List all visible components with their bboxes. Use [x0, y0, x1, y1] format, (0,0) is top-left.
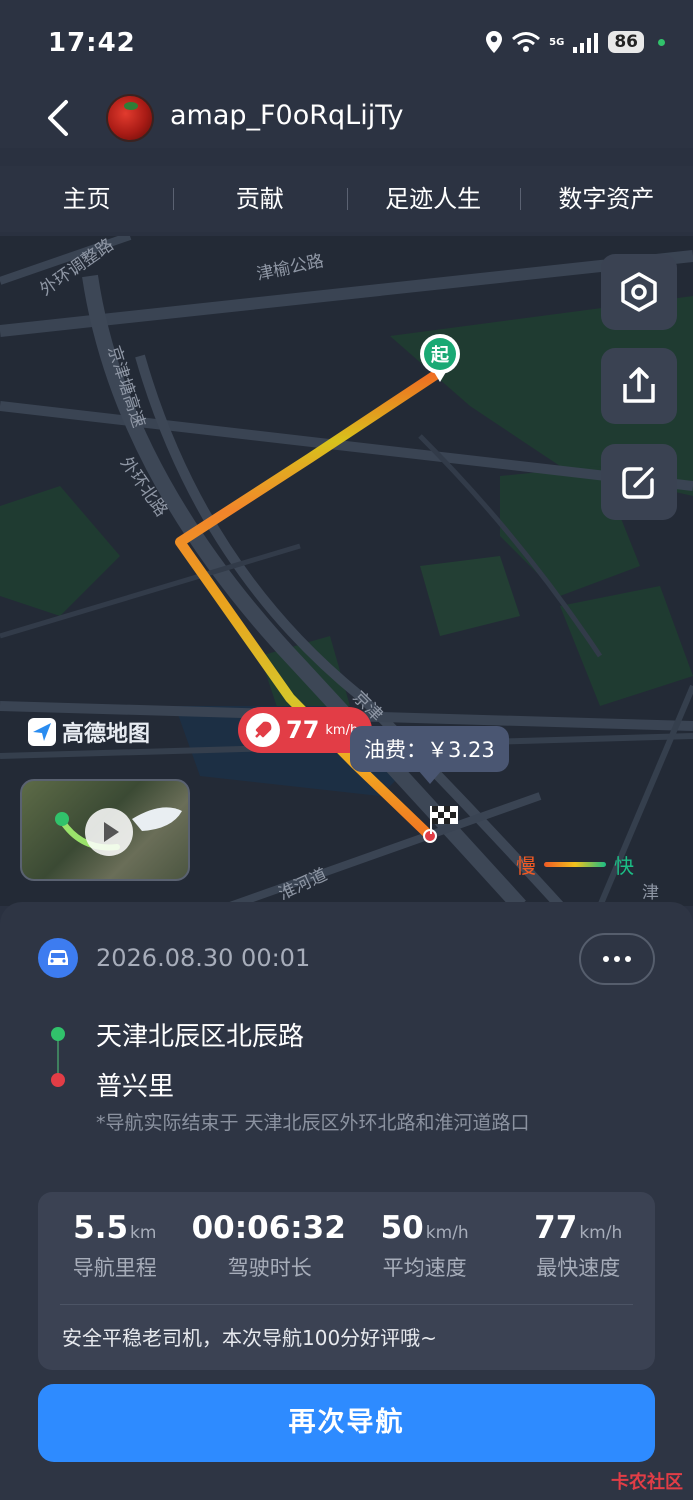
map-settings-button[interactable]	[601, 254, 677, 330]
wifi-icon	[512, 32, 541, 52]
road-label: 津榆公路	[255, 251, 326, 285]
stats-row: 5.5 km 导航里程 00:06:32 驾驶时长 50 km/h 平均速度 77 k…	[38, 1210, 655, 1282]
car-icon	[38, 938, 78, 978]
end-location-note: *导航实际结束于 天津北辰区外环北路和淮河道路口	[96, 1112, 530, 1134]
stat-value: 50	[380, 1210, 424, 1246]
max-speed-value: 77	[286, 716, 320, 744]
share-button[interactable]	[601, 348, 677, 424]
divider	[60, 1304, 633, 1305]
stat-label: 最快速度	[536, 1256, 621, 1280]
status-bar: 17:42 5G 86	[0, 0, 693, 88]
tab-digital-assets[interactable]: 数字资产	[519, 166, 693, 232]
tab-bar: 主页 贡献 足迹人生 数字资产	[0, 166, 693, 232]
stat-label: 平均速度	[382, 1256, 467, 1280]
back-arrow-icon	[48, 100, 68, 136]
settings-hexagon-icon	[621, 272, 657, 312]
map-view[interactable]: 外环调整路 津榆公路 京津塘高速 外环北路 京津 淮河道 津 起 高德地图 77…	[0, 236, 693, 906]
network-type: 5G	[549, 36, 565, 48]
stat-value: 00:06:32	[191, 1210, 346, 1246]
legend-gradient-bar	[544, 862, 606, 867]
edit-icon	[622, 467, 654, 499]
fuel-cost-bubble: 油费：￥3.23	[350, 726, 509, 772]
tab-footprints[interactable]: 足迹人生	[346, 166, 520, 232]
battery-indicator: 86	[608, 31, 644, 53]
stats-card: 5.5 km 导航里程 00:06:32 驾驶时长 50 km/h 平均速度 77 k…	[38, 1192, 655, 1370]
avatar[interactable]	[106, 94, 154, 142]
speed-legend: 慢 快	[516, 850, 634, 879]
trip-date: 2026.08.30 00:01	[96, 944, 311, 972]
stat-duration: 00:06:32 驾驶时长	[192, 1210, 348, 1282]
legend-slow-label: 慢	[516, 854, 536, 878]
back-button[interactable]	[40, 96, 80, 140]
stat-value: 77	[534, 1210, 578, 1246]
stat-value: 5.5	[73, 1210, 129, 1246]
more-dots-icon	[603, 956, 609, 962]
signal-icon	[573, 33, 599, 53]
stat-average-speed: 50 km/h 平均速度	[348, 1210, 502, 1282]
edit-button[interactable]	[601, 444, 677, 520]
tab-home[interactable]: 主页	[0, 166, 173, 232]
driving-comment: 安全平稳老司机，本次导航100分好评哦~	[62, 1326, 437, 1350]
stat-label: 驾驶时长	[227, 1256, 312, 1280]
clock: 17:42	[48, 28, 136, 58]
more-options-button[interactable]	[579, 933, 655, 985]
amap-logo-icon	[28, 718, 56, 746]
stat-unit: km/h	[425, 1223, 469, 1243]
play-button[interactable]	[85, 808, 133, 856]
privacy-indicator-icon	[658, 38, 665, 46]
origin-dot-icon	[51, 1027, 65, 1041]
trip-header: 2026.08.30 00:01	[38, 938, 310, 978]
road-label: 津	[642, 883, 659, 903]
origin-name: 天津北辰区北辰路	[96, 1022, 305, 1052]
stat-unit: km/h	[579, 1223, 623, 1243]
stat-unit: km	[130, 1223, 157, 1243]
trip-detail-panel: 2026.08.30 00:01 天津北辰区北辰路 普兴里 *导航实际结束于 天…	[0, 902, 693, 1500]
route-video-thumbnail[interactable]	[20, 779, 190, 881]
destination-name: 普兴里	[96, 1072, 175, 1102]
navigate-again-button[interactable]: 再次导航	[38, 1384, 655, 1462]
username: amap_F0oRqLijTy	[170, 100, 404, 131]
header: amap_F0oRqLijTy	[0, 88, 693, 148]
status-icons: 5G 86	[485, 30, 665, 54]
stat-label: 导航里程	[72, 1256, 157, 1280]
watermark: 卡农社区	[611, 1472, 683, 1493]
logo-text: 高德地图	[62, 722, 151, 747]
road-label: 淮河道	[276, 865, 331, 905]
fuel-bubble-pointer	[418, 770, 442, 784]
start-marker-label: 起	[430, 344, 450, 366]
legend-fast-label: 快	[614, 854, 634, 878]
stat-distance: 5.5 km 导航里程	[38, 1210, 192, 1282]
amap-logo: 高德地图	[28, 716, 150, 748]
play-icon	[104, 822, 119, 842]
location-icon	[486, 31, 503, 53]
stat-max-speed: 77 km/h 最快速度	[501, 1210, 655, 1282]
rocket-icon	[246, 713, 280, 747]
tab-contribution[interactable]: 贡献	[173, 166, 346, 232]
share-icon	[623, 367, 655, 403]
destination-dot-icon	[51, 1073, 65, 1087]
